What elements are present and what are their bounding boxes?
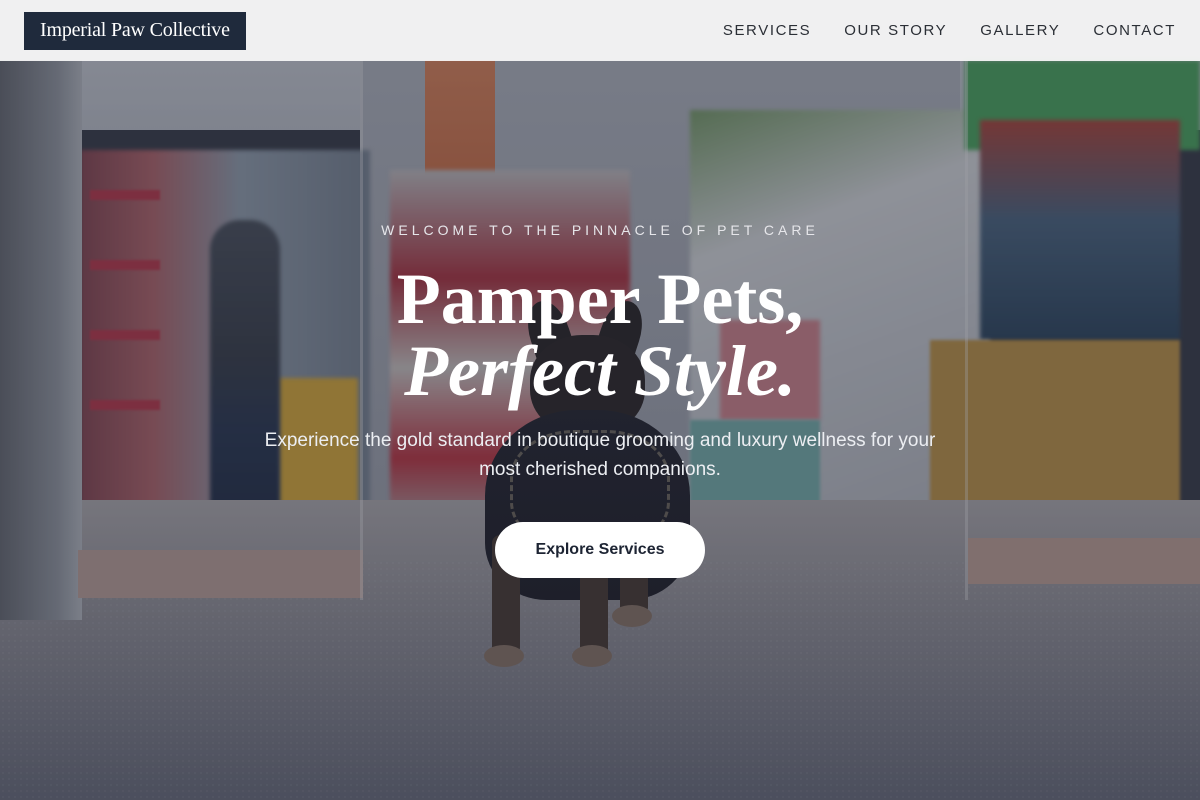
hero-eyebrow: WELCOME TO THE PINNACLE OF PET CARE [381,222,819,238]
nav-link-gallery[interactable]: GALLERY [980,22,1060,39]
nav-links: SERVICES OUR STORY GALLERY CONTACT [723,22,1176,39]
nav-link-services[interactable]: SERVICES [723,22,811,39]
hero-subtext: Experience the gold standard in boutique… [264,430,936,480]
nav-link-our-story[interactable]: OUR STORY [844,22,947,39]
hero-content: WELCOME TO THE PINNACLE OF PET CARE Pamp… [0,0,1200,800]
navbar: Imperial Paw Collective SERVICES OUR STO… [0,0,1200,61]
explore-services-button[interactable]: Explore Services [495,522,705,578]
nav-link-contact[interactable]: CONTACT [1093,22,1176,39]
headline-line-1: Pamper Pets, [396,259,804,339]
brand-logo[interactable]: Imperial Paw Collective [24,11,246,50]
headline-line-2: Perfect Style. [404,331,796,411]
